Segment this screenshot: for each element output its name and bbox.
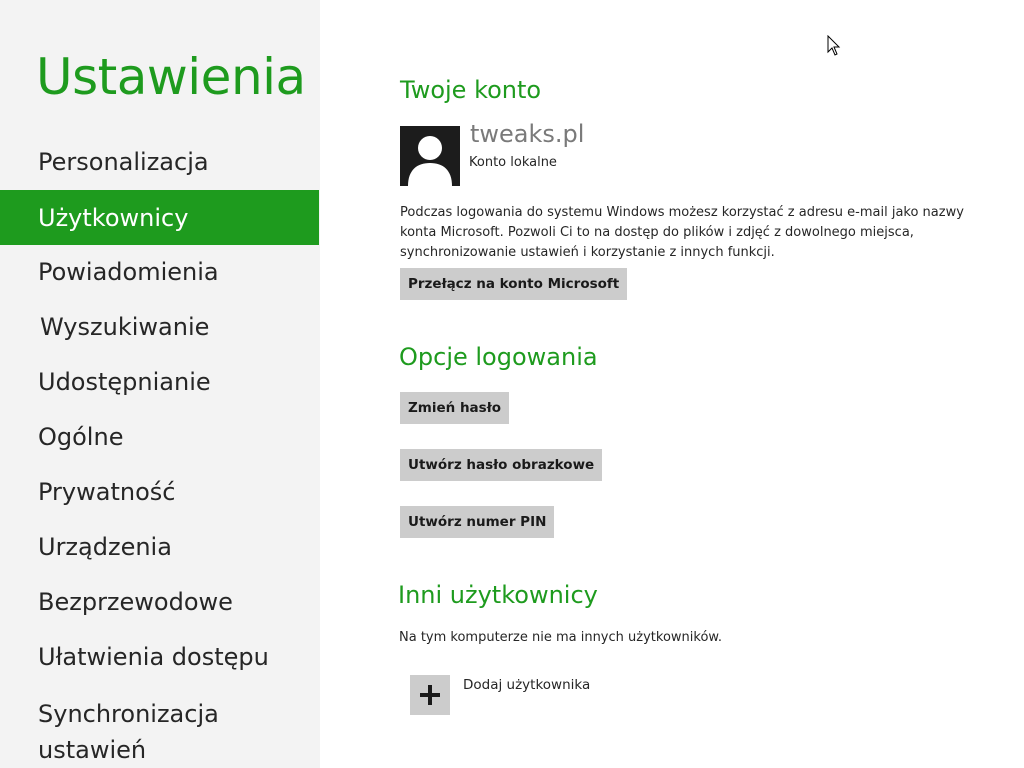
sidebar-item-label: Personalizacja	[38, 147, 209, 176]
other-users-info: Na tym komputerze nie ma innych użytkown…	[399, 630, 722, 645]
section-title-your-account: Twoje konto	[400, 76, 542, 104]
users-settings-panel: Twoje konto tweaks.pl Konto lokalne Podc…	[320, 0, 1024, 768]
sidebar-item-search[interactable]: Wyszukiwanie	[0, 299, 319, 354]
sidebar-item-sync-settings[interactable]: Synchronizacja ustawień	[0, 690, 260, 764]
sidebar-item-label: Synchronizacja ustawień	[38, 700, 219, 764]
sidebar-item-users[interactable]: Użytkownicy	[0, 190, 319, 245]
sidebar-item-devices[interactable]: Urządzenia	[0, 519, 319, 574]
sidebar-item-label: Użytkownicy	[38, 203, 189, 232]
sidebar-item-personalization[interactable]: Personalizacja	[0, 134, 319, 189]
change-password-button[interactable]: Zmień hasło	[400, 392, 509, 424]
user-silhouette-icon	[400, 126, 460, 186]
create-picture-password-button[interactable]: Utwórz hasło obrazkowe	[400, 449, 603, 481]
sidebar-item-notifications[interactable]: Powiadomienia	[0, 244, 319, 299]
sidebar-item-label: Ułatwienia dostępu	[38, 642, 269, 671]
settings-sidebar: Ustawienia Personalizacja Użytkownicy Po…	[0, 0, 320, 768]
sidebar-item-privacy[interactable]: Prywatność	[0, 464, 319, 519]
sidebar-item-wireless[interactable]: Bezprzewodowe	[0, 574, 319, 629]
section-title-other-users: Inni użytkownicy	[398, 581, 598, 609]
create-pin-button[interactable]: Utwórz numer PIN	[400, 506, 555, 538]
sidebar-item-label: Ogólne	[38, 422, 124, 451]
app-title: Ustawienia	[36, 48, 306, 106]
mouse-cursor-icon	[827, 35, 841, 56]
sidebar-item-ease-of-access[interactable]: Ułatwienia dostępu	[0, 629, 319, 684]
sidebar-item-general[interactable]: Ogólne	[0, 409, 319, 464]
sidebar-item-label: Prywatność	[38, 477, 176, 506]
sidebar-item-label: Udostępnianie	[38, 367, 211, 396]
switch-to-microsoft-account-button[interactable]: Przełącz na konto Microsoft	[400, 268, 628, 300]
account-type: Konto lokalne	[469, 155, 557, 170]
add-user-tile[interactable]	[410, 675, 450, 715]
plus-icon	[420, 685, 440, 705]
section-title-sign-in-options: Opcje logowania	[399, 343, 598, 371]
sidebar-item-label: Urządzenia	[38, 532, 172, 561]
account-name: tweaks.pl	[470, 120, 585, 148]
add-user-label[interactable]: Dodaj użytkownika	[463, 677, 590, 693]
sidebar-item-label: Wyszukiwanie	[40, 312, 210, 341]
sidebar-item-share[interactable]: Udostępnianie	[0, 354, 319, 409]
account-description: Podczas logowania do systemu Windows moż…	[400, 205, 964, 260]
sidebar-item-label: Powiadomienia	[38, 257, 219, 286]
sidebar-item-label: Bezprzewodowe	[38, 587, 233, 616]
